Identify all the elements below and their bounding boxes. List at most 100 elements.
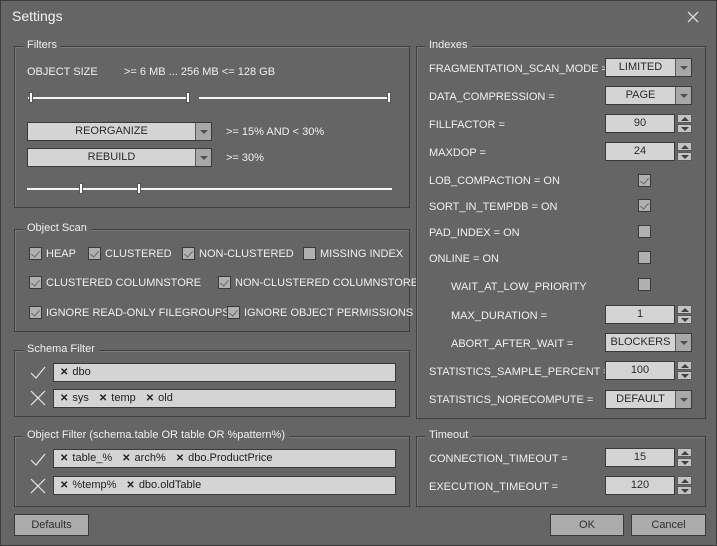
- decrement-icon[interactable]: [677, 486, 692, 495]
- tag-label: %temp%: [72, 479, 117, 491]
- size-slider-max-handle[interactable]: [186, 92, 190, 103]
- fragmentation-slider-high-handle[interactable]: [137, 183, 141, 194]
- filter-tag: ✕ dbo.oldTable: [126, 477, 201, 494]
- object-scan-checkbox[interactable]: [29, 276, 42, 289]
- object-scan-option[interactable]: IGNORE OBJECT PERMISSIONS: [227, 306, 413, 319]
- chevron-down-icon[interactable]: [675, 334, 691, 351]
- increment-icon[interactable]: [677, 361, 692, 370]
- timeout-title: Timeout: [425, 429, 473, 441]
- statistics-sample-percent-input[interactable]: 100: [605, 361, 675, 380]
- remove-tag-icon[interactable]: ✕: [146, 393, 154, 404]
- schema-exclude-field[interactable]: ✕ sys ✕ temp ✕ old: [53, 389, 396, 408]
- decrement-icon[interactable]: [677, 458, 692, 467]
- object-scan-label: HEAP: [46, 247, 76, 260]
- decrement-icon[interactable]: [677, 124, 692, 133]
- size-slider-low-track[interactable]: [28, 97, 189, 99]
- object-scan-checkbox[interactable]: [29, 247, 42, 260]
- decrement-icon[interactable]: [677, 152, 692, 161]
- remove-tag-icon[interactable]: ✕: [60, 480, 68, 491]
- object-scan-checkbox[interactable]: [218, 276, 231, 289]
- size-slider-high-handle[interactable]: [387, 92, 391, 103]
- object-scan-label: MISSING INDEX: [320, 247, 404, 260]
- filter-tag: ✕ sys: [60, 390, 89, 407]
- rebuild-select[interactable]: REBUILD: [27, 148, 212, 167]
- object-scan-checkbox[interactable]: [182, 247, 195, 260]
- execution-timeout-label: EXECUTION_TIMEOUT =: [429, 481, 559, 493]
- remove-tag-icon[interactable]: ✕: [176, 453, 184, 464]
- remove-tag-icon[interactable]: ✕: [126, 480, 134, 491]
- close-button[interactable]: [683, 7, 703, 27]
- object-scan-label: NON-CLUSTERED COLUMNSTORE: [235, 276, 419, 289]
- fillfactor-label: FILLFACTOR =: [429, 119, 505, 131]
- object-scan-checkbox[interactable]: [227, 306, 240, 319]
- increment-icon[interactable]: [677, 114, 692, 123]
- fragmentation-slider-low-handle[interactable]: [79, 183, 83, 194]
- chevron-down-icon[interactable]: [195, 123, 211, 140]
- decrement-icon[interactable]: [677, 371, 692, 380]
- filter-tag: ✕ dbo: [60, 364, 91, 381]
- abort-after-wait-select[interactable]: BLOCKERS: [605, 333, 692, 352]
- object-scan-option[interactable]: NON-CLUSTERED COLUMNSTORE: [218, 276, 418, 289]
- tag-label: dbo.ProductPrice: [188, 452, 273, 464]
- object-exclude-field[interactable]: ✕ %temp% ✕ dbo.oldTable: [53, 476, 396, 495]
- object-scan-option[interactable]: CLUSTERED COLUMNSTORE: [29, 276, 201, 289]
- object-scan-label: NON-CLUSTERED: [199, 247, 294, 260]
- object-scan-checkbox[interactable]: [88, 247, 101, 260]
- fillfactor-input[interactable]: 90: [605, 114, 675, 133]
- size-slider-min-handle[interactable]: [29, 92, 33, 103]
- object-scan-checkbox[interactable]: [29, 306, 42, 319]
- remove-tag-icon[interactable]: ✕: [60, 453, 68, 464]
- object-size-value: >= 6 MB ... 256 MB <= 128 GB: [124, 66, 276, 78]
- ok-button[interactable]: OK: [550, 514, 624, 536]
- chevron-down-icon[interactable]: [675, 391, 691, 408]
- defaults-button[interactable]: Defaults: [14, 514, 89, 536]
- dialog-title: Settings: [12, 8, 63, 24]
- connection-timeout-input[interactable]: 15: [605, 448, 675, 467]
- pad-index-checkbox[interactable]: [638, 225, 651, 238]
- online-checkbox[interactable]: [638, 251, 651, 264]
- remove-tag-icon[interactable]: ✕: [122, 453, 130, 464]
- object-scan-option[interactable]: MISSING INDEX: [303, 247, 403, 260]
- object-scan-option[interactable]: CLUSTERED: [88, 247, 172, 260]
- remove-tag-icon[interactable]: ✕: [99, 393, 107, 404]
- execution-timeout-input[interactable]: 120: [605, 476, 675, 495]
- maxdop-input[interactable]: 24: [605, 142, 675, 161]
- schema-include-field[interactable]: ✕ dbo: [53, 363, 396, 382]
- data-compression-label: DATA_COMPRESSION =: [429, 91, 555, 103]
- size-slider-high-track[interactable]: [199, 97, 390, 99]
- decrement-icon[interactable]: [677, 315, 692, 324]
- reorganize-select[interactable]: REORGANIZE: [27, 122, 212, 141]
- max-duration-input[interactable]: 1: [605, 305, 675, 324]
- filters-title: Filters: [23, 39, 61, 51]
- cancel-button[interactable]: Cancel: [631, 514, 706, 536]
- check-icon: [30, 453, 46, 466]
- filter-tag: ✕ table_%: [60, 450, 112, 467]
- lob-compaction-checkbox[interactable]: [638, 174, 651, 187]
- wait-at-low-priority-checkbox[interactable]: [638, 278, 651, 291]
- filter-tag: ✕ dbo.ProductPrice: [176, 450, 273, 467]
- chevron-down-icon[interactable]: [675, 59, 691, 76]
- increment-icon[interactable]: [677, 476, 692, 485]
- increment-icon[interactable]: [677, 305, 692, 314]
- increment-icon[interactable]: [677, 142, 692, 151]
- abort-after-wait-label: ABORT_AFTER_WAIT =: [451, 338, 574, 350]
- chevron-down-icon[interactable]: [675, 87, 691, 104]
- check-icon: [30, 366, 46, 379]
- schema-filter-title: Schema Filter: [23, 343, 99, 355]
- remove-tag-icon[interactable]: ✕: [60, 393, 68, 404]
- online-label: ONLINE = ON: [429, 253, 499, 265]
- increment-icon[interactable]: [677, 448, 692, 457]
- chevron-down-icon[interactable]: [195, 149, 211, 166]
- object-scan-checkbox[interactable]: [303, 247, 316, 260]
- fragmentation-scan-mode-select[interactable]: LIMITED: [605, 58, 692, 77]
- statistics-norecompute-select[interactable]: DEFAULT: [605, 390, 692, 409]
- object-scan-option[interactable]: IGNORE READ-ONLY FILEGROUPS: [29, 306, 230, 319]
- sort-in-tempdb-checkbox[interactable]: [638, 199, 651, 212]
- object-scan-option[interactable]: NON-CLUSTERED: [182, 247, 294, 260]
- object-scan-option[interactable]: HEAP: [29, 247, 76, 260]
- data-compression-select[interactable]: PAGE: [605, 86, 692, 105]
- indexes-title: Indexes: [425, 39, 472, 51]
- object-filter-title: Object Filter (schema.table OR table OR …: [23, 429, 289, 441]
- remove-tag-icon[interactable]: ✕: [60, 367, 68, 378]
- object-include-field[interactable]: ✕ table_% ✕ arch% ✕ dbo.ProductPrice: [53, 449, 396, 468]
